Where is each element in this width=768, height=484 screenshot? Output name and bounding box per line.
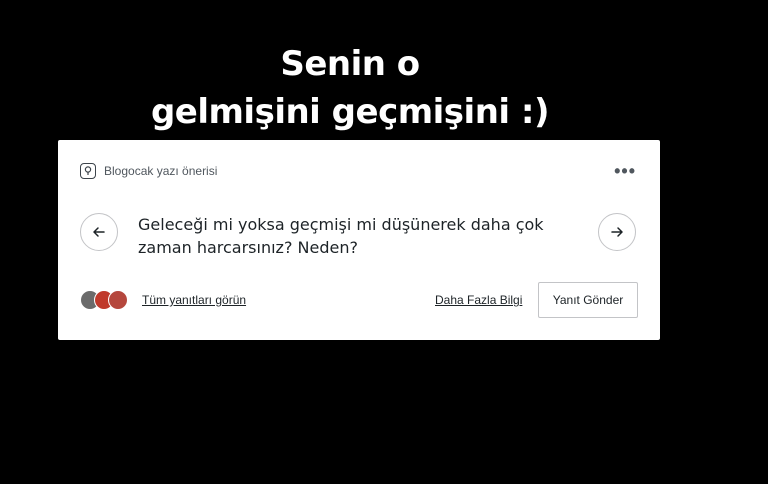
next-prompt-button[interactable] <box>598 213 636 251</box>
writing-prompt-card: Blogocak yazı önerisi ••• Geleceği mi yo… <box>58 140 660 340</box>
prompt-source-label: Blogocak yazı önerisi <box>104 164 218 178</box>
arrow-left-icon <box>93 227 105 237</box>
meme-caption: Senin o gelmişini geçmişini :) <box>0 40 700 136</box>
previous-prompt-button[interactable] <box>80 213 118 251</box>
caption-line-2: gelmişini geçmişini :) <box>150 92 550 132</box>
caption-line-1: Senin o <box>280 44 420 84</box>
prompt-question: Geleceği mi yoksa geçmişi mi düşünerek d… <box>138 215 544 257</box>
more-options-icon[interactable]: ••• <box>614 162 636 180</box>
post-answer-button[interactable]: Yanıt Gönder <box>538 282 638 318</box>
card-footer: Tüm yanıtları görün Daha Fazla Bilgi Yan… <box>80 282 638 318</box>
arrow-right-icon <box>611 227 623 237</box>
respondent-avatars <box>80 290 128 310</box>
view-all-answers-link[interactable]: Tüm yanıtları görün <box>142 293 246 307</box>
card-header: Blogocak yazı önerisi <box>80 163 217 179</box>
avatar <box>108 290 128 310</box>
lightbulb-icon <box>80 163 96 179</box>
learn-more-link[interactable]: Daha Fazla Bilgi <box>435 293 522 307</box>
